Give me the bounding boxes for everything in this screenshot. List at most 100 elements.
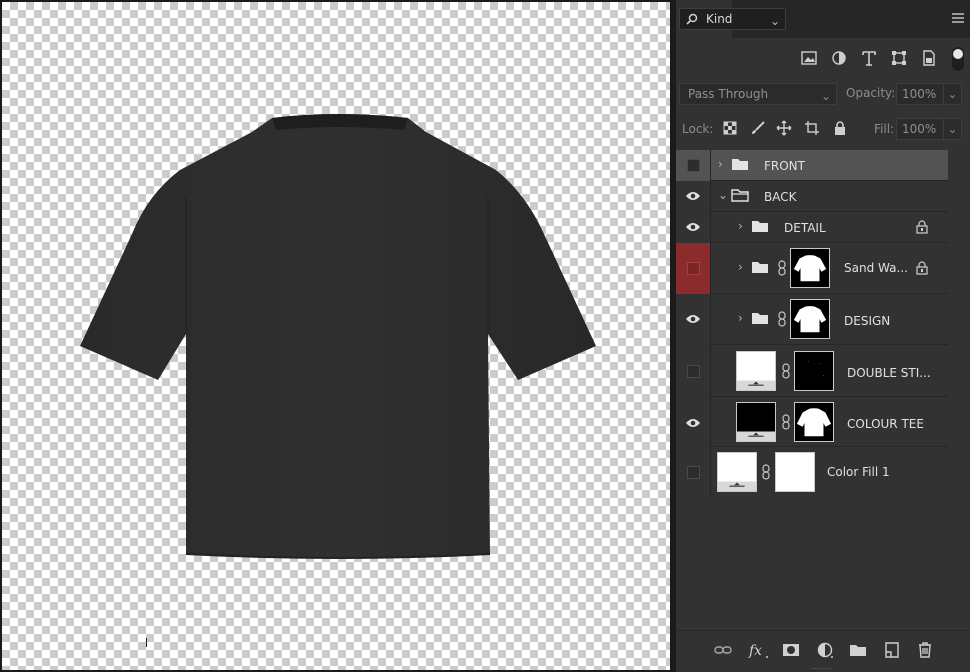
folder-icon (732, 159, 748, 170)
shape-filter-icon[interactable] (890, 49, 908, 67)
layer-row-sand-wash[interactable]: › Sand Wa... (676, 243, 948, 294)
link-layers-icon[interactable] (714, 641, 732, 659)
fill-layer-thumbnail[interactable] (717, 452, 757, 492)
lock-all-icon[interactable] (832, 120, 848, 136)
visibility-toggle[interactable] (676, 345, 711, 397)
layers-bottom-toolbar: fx (676, 630, 970, 672)
chevron-down-icon: ⌄ (943, 119, 961, 139)
filter-toggle[interactable] (952, 47, 964, 71)
lock-transparent-pixels-icon[interactable] (722, 120, 738, 136)
lock-artboard-icon[interactable] (804, 120, 820, 136)
folder-icon (752, 262, 768, 273)
eye-icon (686, 315, 700, 323)
fill-layer-thumbnail[interactable] (736, 402, 776, 442)
chevron-down-icon: ⌄ (820, 89, 831, 103)
delete-icon[interactable] (916, 641, 934, 659)
layer-row-design[interactable]: › DESIGN (676, 294, 948, 345)
search-icon (686, 13, 698, 25)
chevron-down-icon: ⌄ (769, 14, 780, 28)
lock-position-icon[interactable] (776, 120, 792, 136)
chevron-down-icon[interactable]: ⌄ (718, 188, 728, 202)
fill-label: Fill: (874, 122, 895, 136)
image-filter-icon[interactable] (800, 49, 818, 67)
document-canvas[interactable] (0, 0, 672, 672)
visibility-toggle[interactable] (676, 181, 711, 212)
eye-icon (686, 223, 700, 231)
lock-icon (916, 220, 928, 234)
layers-panel: Layers Kind ⌄ Pass Through ⌄ Opacity: 10… (676, 0, 970, 672)
add-mask-icon[interactable] (782, 641, 800, 659)
visibility-toggle[interactable] (676, 397, 711, 447)
tshirt-artwork (80, 114, 596, 559)
fill-layer-thumbnail[interactable] (736, 351, 776, 391)
layer-name: Color Fill 1 (827, 465, 890, 479)
visibility-toggle[interactable] (676, 243, 711, 294)
svg-text:fx: fx (748, 643, 762, 659)
mask-thumbnail[interactable] (790, 248, 830, 288)
layer-row-double-stitch[interactable]: DOUBLE STI... (676, 345, 948, 397)
chevron-down-icon: ⌄ (943, 84, 961, 104)
text-cursor-mark (146, 638, 147, 647)
layer-row-color-fill-1[interactable]: Color Fill 1 (676, 447, 948, 497)
chevron-right-icon[interactable]: › (738, 219, 743, 233)
layer-name: FRONT (764, 159, 805, 173)
type-filter-icon[interactable] (860, 49, 878, 67)
blend-mode-value: Pass Through (688, 87, 769, 101)
folder-icon (752, 221, 768, 232)
hidden-box-icon (687, 262, 700, 275)
fill-value: 100% (902, 122, 937, 136)
folder-open-icon (731, 189, 749, 202)
filter-kind-select[interactable]: Kind ⌄ (679, 8, 786, 30)
chevron-right-icon[interactable]: › (738, 311, 743, 325)
mask-thumbnail[interactable] (794, 402, 834, 442)
new-layer-icon[interactable] (883, 641, 901, 659)
lock-label: Lock: (682, 122, 714, 136)
visibility-toggle[interactable] (676, 294, 711, 345)
panel-menu-icon[interactable] (952, 13, 964, 23)
layer-name: DOUBLE STI... (847, 366, 931, 380)
resize-grip[interactable] (812, 668, 832, 672)
adjustment-layer-icon[interactable] (816, 641, 834, 659)
eye-icon (686, 192, 700, 200)
layer-row-back[interactable]: ⌄ BACK (676, 181, 948, 212)
mask-thumbnail[interactable] (775, 452, 815, 492)
hidden-box-icon (687, 466, 700, 479)
fx-icon[interactable]: fx (748, 641, 770, 659)
opacity-field[interactable]: 100% ⌄ (896, 83, 962, 105)
layer-name: BACK (764, 190, 797, 204)
lock-image-pixels-icon[interactable] (750, 120, 766, 136)
smart-object-filter-icon[interactable] (920, 49, 938, 67)
blend-mode-select[interactable]: Pass Through ⌄ (679, 83, 837, 105)
layer-name: COLOUR TEE (847, 417, 924, 431)
link-chain-icon[interactable] (782, 414, 790, 430)
visibility-toggle[interactable] (676, 447, 711, 497)
fill-field[interactable]: 100% ⌄ (896, 118, 962, 140)
layer-name: DETAIL (784, 221, 826, 235)
mask-thumbnail[interactable] (794, 351, 834, 391)
layer-name: DESIGN (844, 314, 891, 328)
layer-row-detail[interactable]: › DETAIL (676, 212, 948, 243)
layer-row-colour-tee[interactable]: COLOUR TEE (676, 397, 948, 447)
chevron-right-icon[interactable]: › (738, 260, 743, 274)
mask-thumbnail[interactable] (790, 299, 830, 339)
opacity-value: 100% (902, 87, 937, 101)
hidden-box-icon (687, 159, 700, 172)
photoshop-window: Layers Kind ⌄ Pass Through ⌄ Opacity: 10… (0, 0, 970, 672)
link-chain-icon[interactable] (778, 311, 786, 327)
chevron-right-icon[interactable]: › (718, 157, 723, 171)
new-group-icon[interactable] (849, 641, 867, 659)
link-chain-icon[interactable] (778, 260, 786, 276)
link-chain-icon[interactable] (762, 464, 770, 480)
eye-icon (686, 419, 700, 427)
adjustment-filter-icon[interactable] (830, 49, 848, 67)
filter-kind-label: Kind (706, 12, 733, 26)
layer-name: Sand Wa... (844, 261, 908, 275)
link-chain-icon[interactable] (782, 363, 790, 379)
hidden-box-icon (687, 365, 700, 378)
visibility-toggle[interactable] (676, 212, 711, 243)
opacity-label: Opacity: (846, 86, 896, 100)
folder-icon (752, 313, 768, 324)
visibility-toggle[interactable] (676, 150, 711, 181)
lock-icon (916, 261, 928, 275)
layer-row-front[interactable]: › FRONT (676, 150, 948, 181)
